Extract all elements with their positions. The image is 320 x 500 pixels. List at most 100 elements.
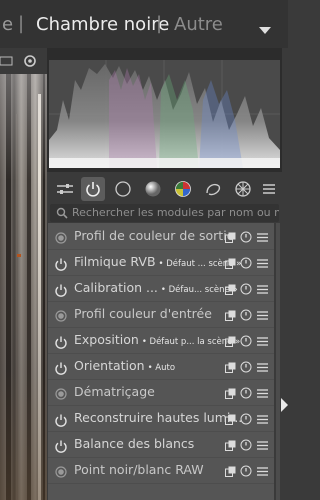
- histogram-plot: [49, 60, 280, 168]
- effects-icon[interactable]: [231, 177, 255, 201]
- presets-menu-icon[interactable]: [256, 412, 268, 426]
- power-icon[interactable]: [81, 177, 105, 201]
- power-icon[interactable]: [54, 256, 68, 271]
- multi-instance-icon[interactable]: [224, 412, 236, 426]
- module-row[interactable]: Reconstruire hautes lumi...: [48, 406, 274, 432]
- view-tab-previous[interactable]: e: [2, 14, 13, 35]
- multi-instance-icon[interactable]: [224, 230, 236, 244]
- reset-icon[interactable]: [240, 438, 252, 452]
- tone-icon[interactable]: [141, 177, 165, 201]
- multi-instance-icon[interactable]: [224, 256, 236, 270]
- module-name: Reconstruire hautes lumi...: [74, 410, 243, 425]
- module-actions: [224, 386, 268, 400]
- reset-icon[interactable]: [240, 308, 252, 322]
- module-label: Orientation • Auto: [74, 358, 175, 373]
- module-row[interactable]: Calibration ... • Défau... scène »: [48, 276, 274, 302]
- scrollbar[interactable]: [276, 223, 280, 500]
- module-name: Profil couleur d'entrée: [74, 306, 212, 321]
- reset-icon[interactable]: [240, 464, 252, 478]
- module-actions: [224, 412, 268, 426]
- presets-menu-icon[interactable]: [256, 360, 268, 374]
- collapse-panel-arrow-icon[interactable]: [281, 398, 288, 412]
- view-switcher: e | Chambre noire | Autre: [0, 0, 288, 48]
- presets-menu-icon[interactable]: [256, 464, 268, 478]
- correct-icon[interactable]: [201, 177, 225, 201]
- presets-menu-icon[interactable]: [256, 230, 268, 244]
- module-row[interactable]: Point noir/blanc RAW: [48, 458, 274, 484]
- reset-icon[interactable]: [240, 230, 252, 244]
- module-label: Profil de couleur de sortie: [74, 228, 234, 243]
- module-actions: [224, 438, 268, 452]
- reset-icon[interactable]: [240, 386, 252, 400]
- chevron-down-icon[interactable]: [259, 27, 271, 34]
- image-preview: [0, 74, 47, 500]
- power-icon[interactable]: [54, 360, 68, 375]
- presets-menu-icon[interactable]: [256, 438, 268, 452]
- presets-menu-icon[interactable]: [256, 282, 268, 296]
- module-name: Point noir/blanc RAW: [74, 462, 204, 477]
- module-row[interactable]: Filmique RVB • Défaut ... scène »: [48, 250, 274, 276]
- module-row[interactable]: Orientation • Auto: [48, 354, 274, 380]
- module-name: Orientation: [74, 358, 145, 373]
- menu-icon[interactable]: [257, 177, 281, 201]
- tree-trunks: [6, 74, 45, 500]
- power-icon[interactable]: [54, 334, 68, 349]
- presets-menu-icon[interactable]: [256, 334, 268, 348]
- module-actions: [224, 308, 268, 322]
- keyboard-icon[interactable]: [0, 56, 13, 66]
- power-icon[interactable]: [54, 438, 68, 453]
- reset-icon[interactable]: [240, 256, 252, 270]
- reset-icon[interactable]: [240, 282, 252, 296]
- multi-instance-icon[interactable]: [224, 308, 236, 322]
- module-label: Exposition • Défaut p... la scène »: [74, 332, 240, 347]
- module-row[interactable]: Profil couleur d'entrée: [48, 302, 274, 328]
- module-label: Point noir/blanc RAW: [74, 462, 204, 477]
- view-separator: |: [156, 13, 163, 34]
- power-icon[interactable]: [54, 412, 68, 427]
- multi-instance-icon[interactable]: [224, 282, 236, 296]
- multi-instance-icon[interactable]: [224, 464, 236, 478]
- presets-icon[interactable]: [53, 177, 77, 201]
- always-on-icon: [54, 386, 68, 400]
- always-on-icon: [54, 464, 68, 478]
- module-preset-label: • Auto: [147, 363, 176, 373]
- histogram[interactable]: [47, 48, 282, 172]
- module-name: Exposition: [74, 332, 139, 347]
- histogram-graph: [49, 60, 280, 168]
- module-row[interactable]: Exposition • Défaut p... la scène »: [48, 328, 274, 354]
- module-name: Calibration ...: [74, 280, 158, 295]
- circle-icon[interactable]: [111, 177, 135, 201]
- reset-icon[interactable]: [240, 360, 252, 374]
- module-row[interactable]: Balance des blancs: [48, 432, 274, 458]
- power-icon[interactable]: [54, 282, 68, 297]
- module-row[interactable]: Dématriçage: [48, 380, 274, 406]
- reset-icon[interactable]: [240, 412, 252, 426]
- module-actions: [224, 230, 268, 244]
- module-label: Balance des blancs: [74, 436, 194, 451]
- search-icon: [56, 207, 68, 219]
- color-icon[interactable]: [171, 177, 195, 201]
- multi-instance-icon[interactable]: [224, 360, 236, 374]
- module-group-bar: [47, 174, 282, 204]
- multi-instance-icon[interactable]: [224, 386, 236, 400]
- module-actions: [224, 334, 268, 348]
- presets-menu-icon[interactable]: [256, 256, 268, 270]
- left-toolbar: [0, 50, 47, 72]
- module-label: Reconstruire hautes lumi...: [74, 410, 242, 425]
- view-tab-other[interactable]: Autre: [174, 14, 223, 35]
- module-actions: [224, 360, 268, 374]
- module-row[interactable]: Profil de couleur de sortie: [48, 224, 274, 250]
- view-separator: |: [18, 13, 25, 34]
- multi-instance-icon[interactable]: [224, 438, 236, 452]
- view-tab-darkroom[interactable]: Chambre noire: [36, 14, 169, 35]
- reset-icon[interactable]: [240, 334, 252, 348]
- presets-menu-icon[interactable]: [256, 386, 268, 400]
- module-actions: [224, 256, 268, 270]
- search-input[interactable]: Rechercher les modules par nom ou mo...: [50, 204, 279, 222]
- search-placeholder: Rechercher les modules par nom ou mo...: [72, 206, 279, 219]
- multi-instance-icon[interactable]: [224, 334, 236, 348]
- left-toolbar-icons: [0, 55, 36, 67]
- always-on-icon: [54, 308, 68, 322]
- presets-menu-icon[interactable]: [256, 308, 268, 322]
- gear-icon[interactable]: [24, 55, 36, 67]
